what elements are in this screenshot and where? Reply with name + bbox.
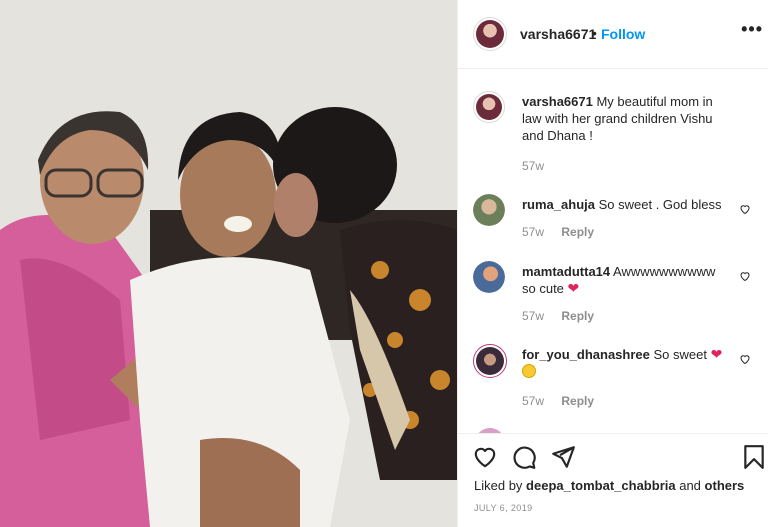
likes-others[interactable]: others	[705, 478, 745, 493]
comment-meta: 57w Reply	[522, 225, 608, 239]
author-username[interactable]: varsha6671	[520, 26, 596, 42]
comment-text: ruma_ahuja So sweet . God bless	[522, 196, 732, 213]
family-photo-illustration	[0, 0, 457, 527]
comment-age[interactable]: 57w	[522, 225, 544, 239]
author-avatar[interactable]	[473, 17, 507, 51]
post-photo[interactable]	[0, 0, 457, 527]
separator-dot: •	[592, 25, 597, 41]
comment-text: mamtadutta14 Awwwwwwwwww so cute ❤	[522, 263, 732, 297]
reply-button[interactable]: Reply	[561, 394, 594, 408]
comment-text: for_you_dhanashree So sweet ❤	[522, 346, 732, 380]
comment-age[interactable]: 57w	[522, 309, 544, 323]
post-side-panel: varsha6671 • Follow ••• varsha6671 My be…	[457, 0, 768, 527]
like-comment-icon[interactable]	[739, 203, 751, 215]
comment-bubble-icon[interactable]	[511, 444, 537, 470]
comment-username[interactable]: ruma_ahuja	[522, 197, 595, 212]
post-header: varsha6671 • Follow •••	[458, 0, 768, 69]
post-actions: Liked by deepa_tombat_chabbria and other…	[458, 433, 768, 527]
commenter-avatar[interactable]	[473, 194, 505, 226]
caption-text: varsha6671 My beautiful mom in law with …	[522, 93, 732, 144]
comment-username[interactable]: for_you_dhanashree	[522, 347, 650, 362]
comment-username[interactable]: mamtadutta14	[522, 264, 610, 279]
caption-avatar[interactable]	[473, 91, 505, 123]
more-options-icon[interactable]: •••	[741, 19, 763, 40]
bookmark-icon[interactable]	[741, 444, 767, 470]
likes-and: and	[679, 478, 701, 493]
comment-meta: 57w Reply	[522, 309, 608, 323]
comments-list[interactable]: varsha6671 My beautiful mom in law with …	[458, 70, 768, 433]
commenter-avatar[interactable]	[473, 261, 505, 293]
caption-username[interactable]: varsha6671	[522, 94, 593, 109]
red-heart-emoji-icon: ❤	[567, 280, 580, 296]
heart-outline-icon[interactable]	[472, 444, 498, 470]
likes-user[interactable]: deepa_tombat_chabbria	[526, 478, 676, 493]
likes-summary: Liked by deepa_tombat_chabbria and other…	[474, 478, 744, 493]
post-date[interactable]: JULY 6, 2019	[474, 503, 533, 513]
comment-meta: 57w Reply	[522, 394, 608, 408]
commenter-avatar[interactable]	[473, 344, 507, 378]
smiling-face-emoji-icon	[522, 364, 536, 378]
follow-button[interactable]: Follow	[601, 26, 645, 42]
reply-button[interactable]: Reply	[561, 225, 594, 239]
paper-plane-icon[interactable]	[550, 444, 576, 470]
caption-age[interactable]: 57w	[522, 159, 544, 173]
like-comment-icon[interactable]	[739, 270, 751, 282]
broken-heart-emoji-icon: ❤	[710, 346, 723, 362]
like-comment-icon[interactable]	[739, 353, 751, 365]
comment-body: So sweet	[653, 347, 707, 362]
comment-body: So sweet . God bless	[598, 197, 722, 212]
likes-prefix: Liked by	[474, 478, 523, 493]
reply-button[interactable]: Reply	[561, 309, 594, 323]
comment-age[interactable]: 57w	[522, 394, 544, 408]
caption-meta: 57w	[522, 159, 558, 173]
